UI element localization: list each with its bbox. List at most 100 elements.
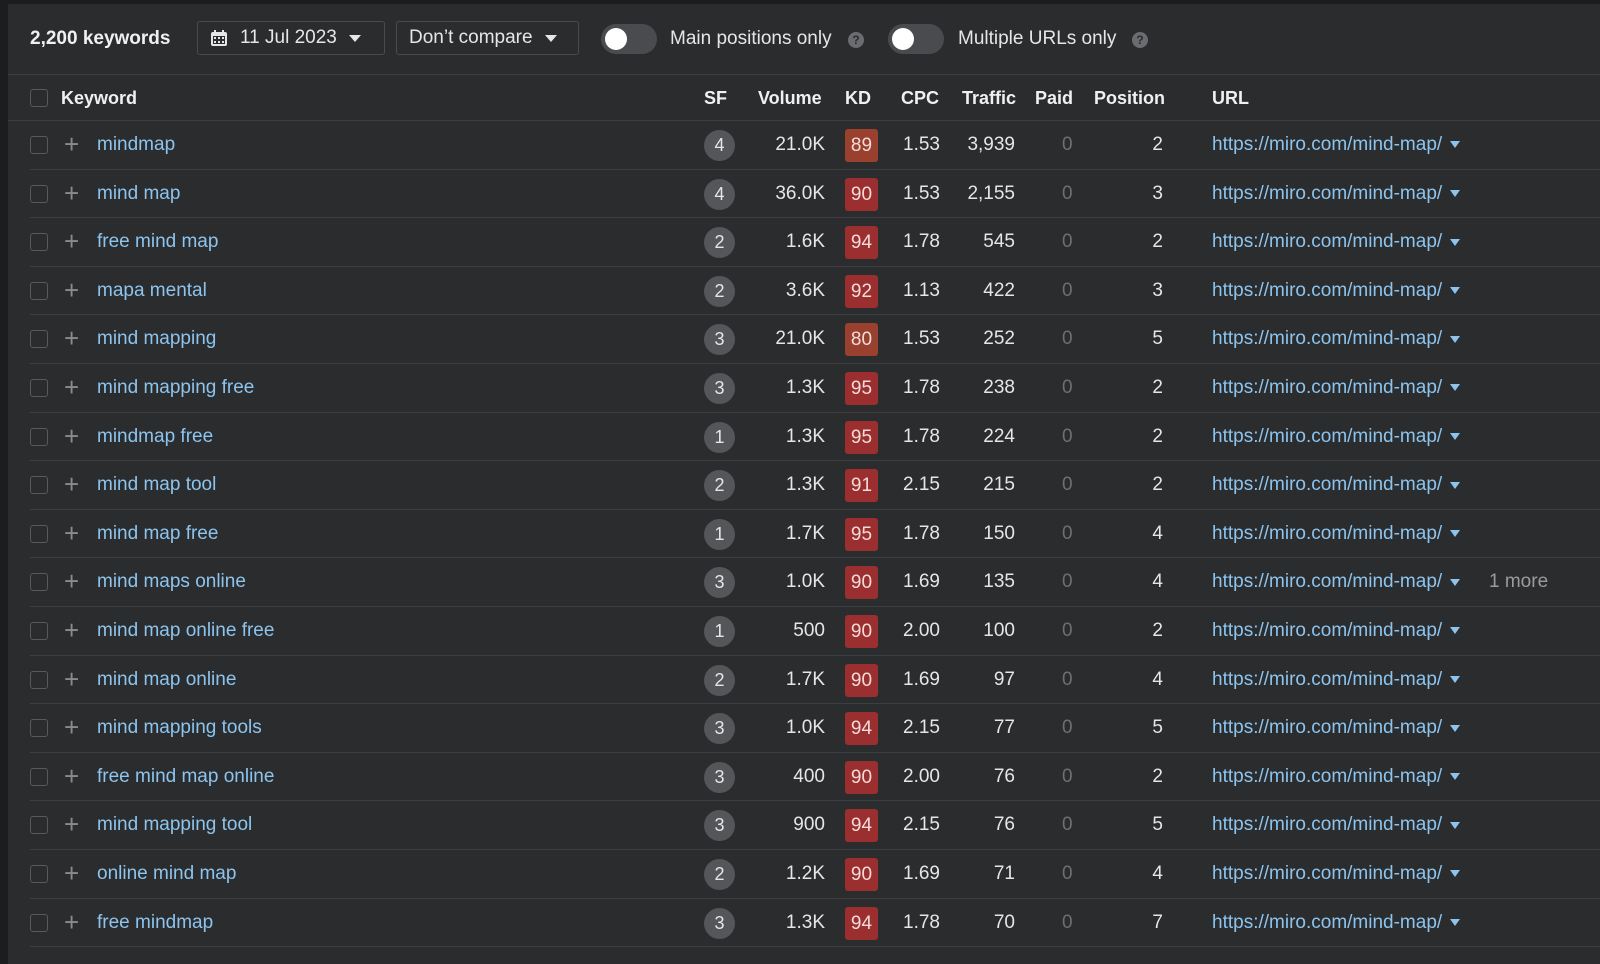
url-link[interactable]: https://miro.com/mind-map/	[1212, 912, 1461, 934]
url-link[interactable]: https://miro.com/mind-map/	[1212, 814, 1461, 836]
url-link[interactable]: https://miro.com/mind-map/	[1212, 426, 1461, 448]
url-text[interactable]: https://miro.com/mind-map/	[1212, 377, 1442, 398]
keyword-link[interactable]: mind mapping tool	[97, 814, 252, 836]
url-link[interactable]: https://miro.com/mind-map/	[1212, 669, 1461, 691]
url-link[interactable]: https://miro.com/mind-map/	[1212, 328, 1461, 350]
url-text[interactable]: https://miro.com/mind-map/	[1212, 231, 1442, 252]
keyword-link[interactable]: mindmap	[97, 134, 175, 156]
sf-badge[interactable]: 2	[704, 227, 735, 259]
col-kd[interactable]: KD	[845, 88, 871, 109]
main-positions-toggle[interactable]	[601, 24, 657, 54]
row-checkbox[interactable]	[30, 816, 48, 835]
url-text[interactable]: https://miro.com/mind-map/	[1212, 814, 1442, 835]
url-link[interactable]: https://miro.com/mind-map/	[1212, 280, 1461, 302]
url-link[interactable]: https://miro.com/mind-map/	[1212, 523, 1461, 545]
keyword-link[interactable]: mapa mental	[97, 280, 207, 302]
url-text[interactable]: https://miro.com/mind-map/	[1212, 669, 1442, 690]
keyword-link[interactable]: mind map tool	[97, 474, 216, 496]
url-text[interactable]: https://miro.com/mind-map/	[1212, 912, 1442, 933]
keyword-link[interactable]: free mind map	[97, 231, 218, 253]
keyword-link[interactable]: mind mapping tools	[97, 717, 262, 739]
date-picker-button[interactable]: 11 Jul 2023	[197, 21, 385, 55]
sf-badge[interactable]: 1	[704, 421, 735, 453]
chevron-down-icon[interactable]	[1450, 676, 1461, 684]
sf-badge[interactable]: 3	[704, 810, 735, 842]
row-checkbox[interactable]	[30, 913, 48, 932]
row-checkbox[interactable]	[30, 281, 48, 300]
url-text[interactable]: https://miro.com/mind-map/	[1212, 474, 1442, 495]
url-link[interactable]: https://miro.com/mind-map/	[1212, 134, 1461, 156]
row-checkbox[interactable]	[30, 719, 48, 738]
add-keyword-plus-icon[interactable]: +	[64, 228, 79, 254]
row-checkbox[interactable]	[30, 136, 48, 154]
add-keyword-plus-icon[interactable]: +	[64, 811, 79, 837]
help-icon[interactable]: ?	[848, 32, 864, 48]
row-checkbox[interactable]	[30, 524, 48, 543]
chevron-down-icon[interactable]	[1450, 287, 1461, 295]
chevron-down-icon[interactable]	[1450, 821, 1461, 829]
sf-badge[interactable]: 4	[704, 178, 735, 210]
row-checkbox[interactable]	[30, 427, 48, 446]
add-keyword-plus-icon[interactable]: +	[64, 714, 79, 740]
sf-badge[interactable]: 3	[704, 373, 735, 404]
url-text[interactable]: https://miro.com/mind-map/	[1212, 571, 1442, 592]
chevron-down-icon[interactable]	[1450, 238, 1461, 246]
keyword-link[interactable]: mindmap free	[97, 426, 213, 448]
chevron-down-icon[interactable]	[1450, 773, 1461, 781]
add-keyword-plus-icon[interactable]: +	[64, 471, 79, 497]
col-sf[interactable]: SF	[704, 88, 727, 109]
col-cpc[interactable]: CPC	[901, 88, 939, 109]
row-checkbox[interactable]	[30, 573, 48, 592]
keyword-link[interactable]: mind map online	[97, 669, 236, 691]
url-link[interactable]: https://miro.com/mind-map/	[1212, 571, 1461, 593]
add-keyword-plus-icon[interactable]: +	[64, 763, 79, 789]
sf-badge[interactable]: 3	[704, 567, 735, 599]
row-checkbox[interactable]	[30, 767, 48, 786]
col-volume[interactable]: Volume	[758, 88, 822, 109]
multiple-urls-toggle[interactable]	[888, 24, 944, 54]
sf-badge[interactable]: 3	[704, 324, 735, 356]
chevron-down-icon[interactable]	[1450, 141, 1461, 149]
sf-badge[interactable]: 2	[704, 859, 735, 890]
sf-badge[interactable]: 3	[704, 761, 735, 793]
row-checkbox[interactable]	[30, 622, 48, 640]
add-keyword-plus-icon[interactable]: +	[64, 666, 79, 692]
row-checkbox[interactable]	[30, 233, 48, 252]
add-keyword-plus-icon[interactable]: +	[64, 909, 79, 935]
sf-badge[interactable]: 2	[704, 470, 735, 502]
url-link[interactable]: https://miro.com/mind-map/	[1212, 717, 1461, 739]
url-link[interactable]: https://miro.com/mind-map/	[1212, 183, 1461, 205]
keyword-link[interactable]: free mind map online	[97, 766, 274, 788]
sf-badge[interactable]: 4	[704, 130, 735, 161]
keyword-link[interactable]: mind mapping	[97, 328, 216, 350]
col-keyword[interactable]: Keyword	[61, 88, 137, 109]
chevron-down-icon[interactable]	[1450, 384, 1461, 392]
chevron-down-icon[interactable]	[1450, 919, 1461, 927]
row-checkbox[interactable]	[30, 184, 48, 203]
row-checkbox[interactable]	[30, 330, 48, 349]
url-link[interactable]: https://miro.com/mind-map/	[1212, 766, 1461, 788]
url-link[interactable]: https://miro.com/mind-map/	[1212, 377, 1461, 399]
add-keyword-plus-icon[interactable]: +	[64, 180, 79, 206]
chevron-down-icon[interactable]	[1450, 724, 1461, 732]
sf-badge[interactable]: 1	[704, 518, 735, 550]
row-checkbox[interactable]	[30, 476, 48, 495]
url-text[interactable]: https://miro.com/mind-map/	[1212, 717, 1442, 738]
chevron-down-icon[interactable]	[1450, 530, 1461, 538]
keyword-link[interactable]: mind maps online	[97, 571, 246, 593]
url-text[interactable]: https://miro.com/mind-map/	[1212, 766, 1442, 787]
url-text[interactable]: https://miro.com/mind-map/	[1212, 183, 1442, 204]
url-link[interactable]: https://miro.com/mind-map/	[1212, 474, 1461, 496]
keyword-link[interactable]: mind map	[97, 183, 180, 205]
chevron-down-icon[interactable]	[1450, 433, 1461, 441]
url-text[interactable]: https://miro.com/mind-map/	[1212, 328, 1442, 349]
add-keyword-plus-icon[interactable]: +	[64, 860, 79, 886]
sf-badge[interactable]: 2	[704, 275, 735, 307]
row-checkbox[interactable]	[30, 379, 48, 397]
add-keyword-plus-icon[interactable]: +	[64, 520, 79, 546]
keyword-link[interactable]: online mind map	[97, 863, 236, 885]
url-link[interactable]: https://miro.com/mind-map/	[1212, 863, 1461, 885]
sf-badge[interactable]: 3	[704, 907, 735, 939]
add-keyword-plus-icon[interactable]: +	[64, 277, 79, 303]
url-text[interactable]: https://miro.com/mind-map/	[1212, 863, 1442, 884]
